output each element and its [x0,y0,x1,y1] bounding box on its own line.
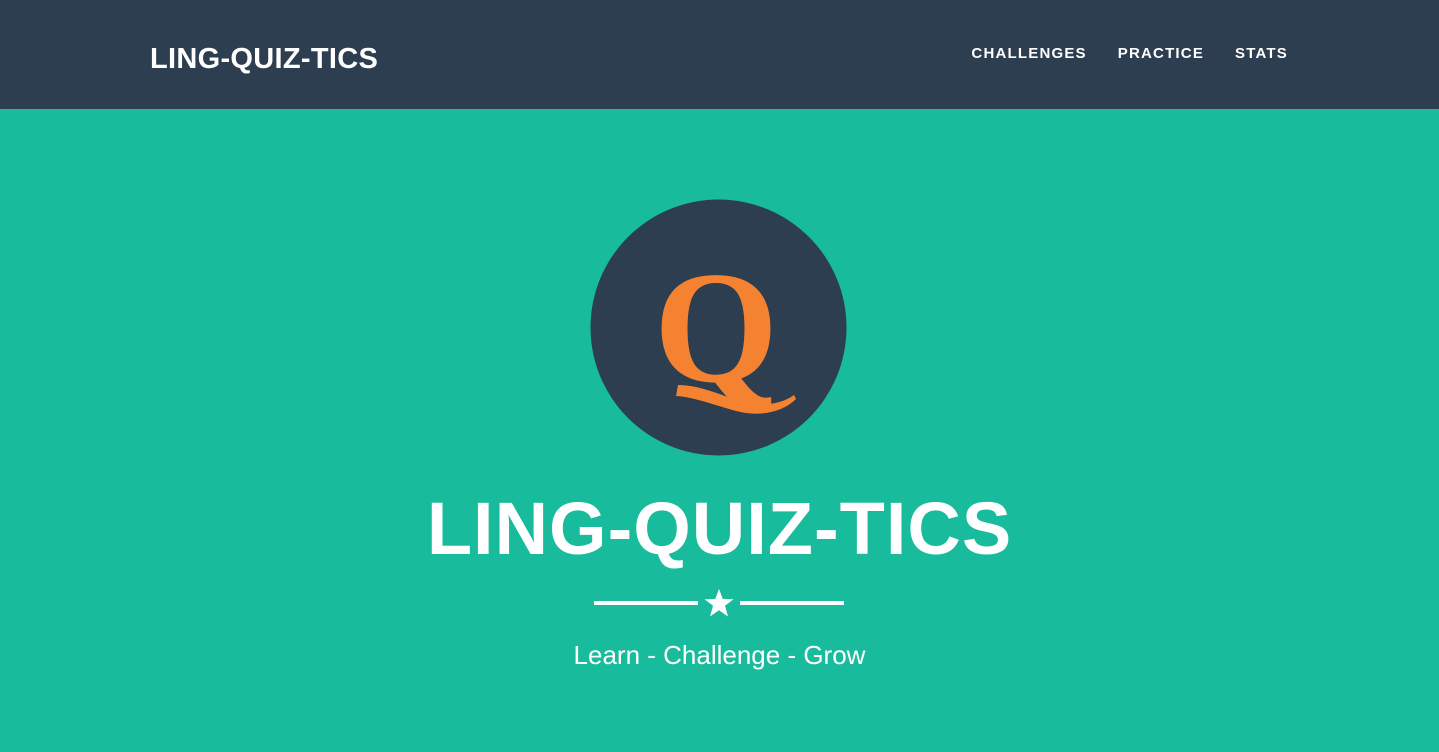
divider-line-right [740,601,844,605]
nav-link-challenges[interactable]: CHALLENGES [971,45,1086,63]
nav-link-practice[interactable]: PRACTICE [1118,45,1204,63]
top-navbar: LING-QUIZ-TICS CHALLENGES PRACTICE STATS [0,0,1439,109]
nav-link-stats[interactable]: STATS [1235,45,1288,63]
star-divider [594,587,844,619]
logo-badge: Q [590,199,847,456]
hero-title: LING-QUIZ-TICS [426,487,1013,570]
star-icon [704,589,734,617]
nav-links: CHALLENGES PRACTICE STATS [971,45,1288,63]
divider-line-left [594,601,698,605]
logo-letter: Q [654,238,778,416]
q-logo-icon: Q [590,199,847,456]
navbar-brand-link[interactable]: LING-QUIZ-TICS [150,42,378,76]
hero-section: Q LING-QUIZ-TICS Learn - Challenge - Gro… [0,109,1439,752]
hero-tagline: Learn - Challenge - Grow [573,640,866,670]
